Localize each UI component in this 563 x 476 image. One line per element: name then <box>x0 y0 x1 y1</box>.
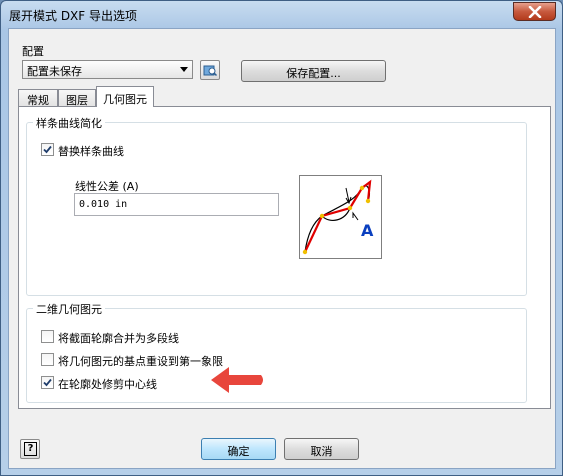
checkmark-icon <box>43 145 52 154</box>
help-button[interactable]: ? <box>20 439 40 459</box>
ok-label: 确定 <box>227 445 250 458</box>
2d-geometry-caption: 二维几何图元 <box>33 301 105 317</box>
tab-geometry-label: 几何图元 <box>103 93 147 106</box>
tolerance-input[interactable]: 0.010 in <box>74 193 279 216</box>
title-bar[interactable]: 展开模式 DXF 导出选项 <box>1 1 562 28</box>
trim-centerlines-checkbox[interactable] <box>41 376 54 389</box>
checkmark-icon <box>43 378 52 387</box>
spline-group-caption: 样条曲线简化 <box>33 115 105 131</box>
tolerance-value: 0.010 in <box>79 199 128 210</box>
config-label: 配置 <box>22 45 44 58</box>
config-select-value: 配置未保存 <box>27 65 82 78</box>
browse-config-button[interactable] <box>200 60 220 80</box>
cancel-label: 取消 <box>310 445 333 458</box>
tab-panel-geometry: 样条曲线简化 替换样条曲线 线性公差 (A) 0.010 in A 二维几何图元… <box>18 106 551 409</box>
spline-preview-image: A <box>299 175 382 259</box>
config-select[interactable]: 配置未保存 <box>22 60 193 79</box>
trim-centerlines-label: 在轮廓处修剪中心线 <box>58 378 157 391</box>
folder-search-icon <box>203 65 218 77</box>
tolerance-marker-label: A <box>361 221 374 240</box>
window-title: 展开模式 DXF 导出选项 <box>9 9 137 23</box>
chevron-down-icon <box>180 67 188 72</box>
save-config-label: 保存配置... <box>286 67 341 80</box>
rebase-geometry-checkbox[interactable] <box>41 353 54 366</box>
red-arrow-annotation <box>211 367 263 393</box>
save-config-button[interactable]: 保存配置... <box>241 60 386 82</box>
spline-simplification-group: 样条曲线简化 替换样条曲线 线性公差 (A) 0.010 in A <box>26 115 527 296</box>
replace-spline-label: 替换样条曲线 <box>58 145 124 158</box>
tab-layers[interactable]: 图层 <box>58 89 96 107</box>
replace-spline-checkbox[interactable] <box>41 143 54 156</box>
dialog-body: 配置 配置未保存 保存配置... 常规 图层 几何图元 样条曲线简化 替换样条曲… <box>8 28 556 469</box>
close-icon <box>528 6 542 18</box>
rebase-geometry-label: 将几何图元的基点重设到第一象限 <box>58 355 223 368</box>
tab-geometry[interactable]: 几何图元 <box>96 86 154 107</box>
close-button[interactable] <box>513 2 556 21</box>
tolerance-label: 线性公差 (A) <box>75 180 139 193</box>
dialog-window: 展开模式 DXF 导出选项 配置 配置未保存 保存配置... 常规 图层 几何图… <box>0 0 563 476</box>
2d-geometry-group: 二维几何图元 将截面轮廓合并为多段线 将几何图元的基点重设到第一象限 在轮廓处修… <box>26 301 527 403</box>
tab-general[interactable]: 常规 <box>18 89 58 107</box>
help-icon: ? <box>24 442 37 456</box>
merge-profiles-label: 将截面轮廓合并为多段线 <box>58 332 179 345</box>
merge-profiles-checkbox[interactable] <box>41 330 54 343</box>
ok-button[interactable]: 确定 <box>201 438 276 460</box>
cancel-button[interactable]: 取消 <box>284 438 359 460</box>
spline-diagram <box>302 179 372 255</box>
